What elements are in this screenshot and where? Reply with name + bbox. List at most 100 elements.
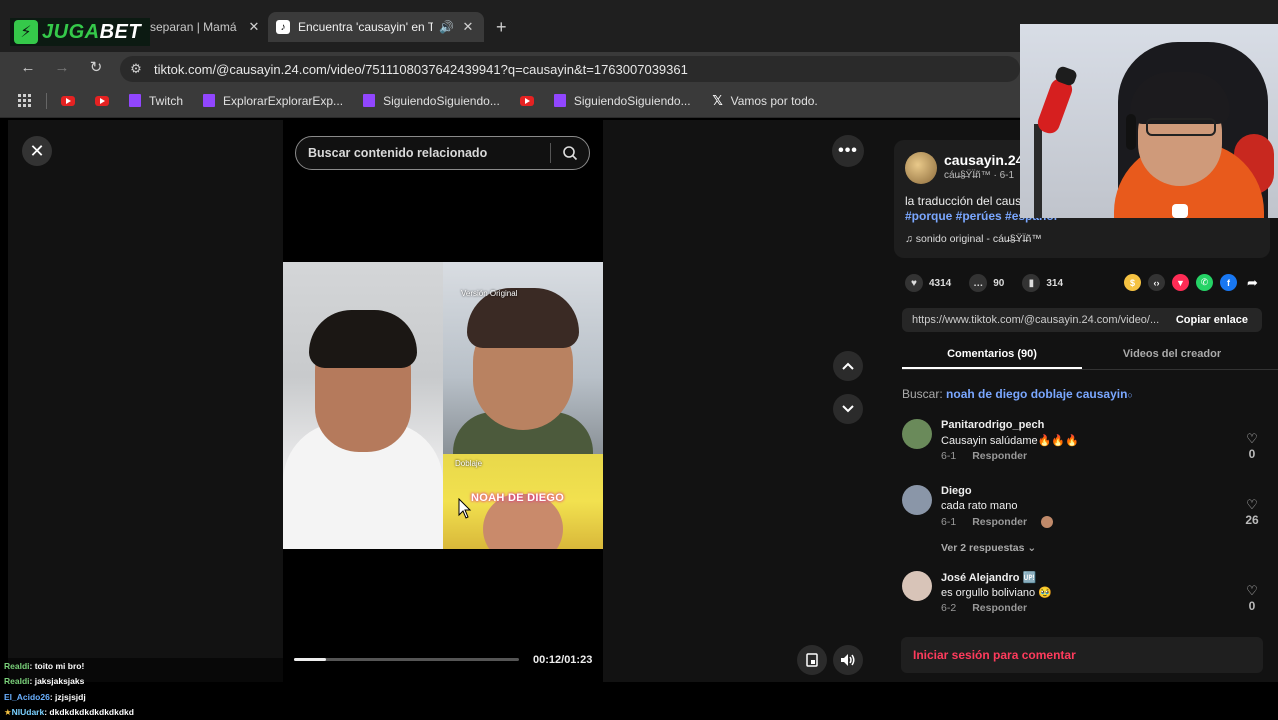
site-settings-icon[interactable]: ⚙: [128, 61, 144, 77]
youtube-icon: [61, 95, 75, 106]
logo-juga-text: JUGA: [42, 20, 100, 43]
video-label-dub: Doblaje: [455, 459, 483, 468]
close-player-button[interactable]: ✕: [22, 136, 52, 166]
panel-tabs: Comentarios (90) Videos del creador: [902, 340, 1278, 370]
comment-user[interactable]: Panitarodrigo_pech: [941, 419, 1044, 431]
share-icons: $ ‹› ▼ ✆ f ➦: [1124, 274, 1268, 291]
chat-message: Realdi: toito mi bro!: [4, 661, 85, 671]
comment-like-count: 26: [1245, 513, 1259, 527]
bookmark-youtube-1[interactable]: [61, 95, 75, 106]
next-video-button[interactable]: [833, 394, 863, 424]
tab-creator-videos[interactable]: Videos del creador: [1082, 340, 1262, 369]
heart-outline-icon: ♡: [1246, 497, 1258, 512]
send-icon[interactable]: ▼: [1172, 274, 1189, 291]
creator-subname: cáu̶§̶ŸÏ̶ñ™ · 6-1: [944, 170, 1015, 181]
comment-like-button[interactable]: ♡ 0: [1242, 431, 1262, 461]
comment-icon: …: [969, 274, 988, 292]
chat-message: El_Acido26: jzjsjsjdj: [4, 692, 86, 702]
search-suggestion[interactable]: Buscar: noah de diego doblaje causayin○: [902, 387, 1133, 401]
tab-close-icon[interactable]: ✕: [460, 19, 476, 35]
bookmark-youtube-2[interactable]: [95, 95, 109, 106]
comment-meta: 6-1 Responder: [941, 450, 1028, 462]
comment-like-button[interactable]: ♡ 0: [1242, 583, 1262, 613]
like-button[interactable]: ♥ 4314: [905, 274, 951, 292]
heart-icon: ♥: [905, 274, 923, 292]
tab-title: Encuentra 'causayin' en TikTok: [298, 20, 434, 34]
post-sound[interactable]: ♫ sonido original - cáu̶§̶ŸÏ̶ñ™: [905, 233, 1042, 245]
youtube-icon: [95, 95, 109, 106]
login-to-comment-link[interactable]: Iniciar sesión para comentar: [913, 648, 1076, 662]
tab-close-icon[interactable]: ✕: [246, 19, 262, 35]
comment-text: cada rato mano: [941, 500, 1018, 512]
player-backdrop: [8, 120, 283, 660]
heart-outline-icon: ♡: [1246, 583, 1258, 598]
url-bar[interactable]: ⚙ tiktok.com/@causayin.24.com/video/7511…: [120, 56, 1020, 82]
reply-button[interactable]: Responder: [972, 450, 1027, 462]
twitch-icon: [129, 94, 141, 107]
tab-title: separan | Mamá: [150, 20, 237, 34]
bookmark-siguiendo-1[interactable]: SiguiendoSiguiendo...: [363, 94, 500, 108]
embed-icon[interactable]: ‹›: [1148, 274, 1165, 291]
creator-avatar[interactable]: [905, 152, 937, 184]
bookmark-x[interactable]: 𝕏 Vamos por todo.: [711, 92, 817, 108]
video-progress-fill: [294, 658, 326, 661]
bookmark-explorar[interactable]: ExplorarExplorarExp...: [203, 94, 343, 108]
bookmark-divider: [46, 92, 47, 109]
twitch-icon: [203, 94, 216, 107]
bookmark-siguiendo-2[interactable]: SiguiendoSiguiendo...: [553, 94, 691, 108]
comment-like-button[interactable]: ♡ 26: [1242, 497, 1262, 527]
forward-icon[interactable]: →: [52, 58, 72, 78]
comment-avatar[interactable]: [902, 419, 932, 449]
more-options-button[interactable]: •••: [832, 135, 864, 167]
video-time: 00:12/01:23: [533, 654, 593, 666]
x-icon: 𝕏: [712, 92, 723, 108]
coin-icon[interactable]: $: [1124, 274, 1141, 291]
bookmark-youtube-3[interactable]: [519, 95, 534, 106]
reply-button[interactable]: Responder: [972, 516, 1027, 528]
pip-icon: [806, 653, 818, 667]
tiktok-icon: ♪: [276, 20, 290, 34]
facebook-icon[interactable]: f: [1220, 274, 1237, 291]
share-arrow-icon[interactable]: ➦: [1244, 274, 1261, 291]
apps-grid-icon[interactable]: [18, 93, 32, 108]
previous-video-button[interactable]: [833, 351, 863, 381]
youtube-icon: [519, 95, 534, 106]
related-search-input[interactable]: Buscar contenido relacionado: [295, 136, 590, 170]
volume-button[interactable]: [833, 645, 863, 675]
comment-avatar[interactable]: [902, 485, 932, 515]
tab-comments[interactable]: Comentarios (90): [902, 340, 1082, 369]
bookmark-icon: ▮: [1022, 274, 1041, 292]
search-icon[interactable]: [551, 136, 589, 170]
creator-username[interactable]: causayin.24: [944, 152, 1023, 168]
tab-tiktok[interactable]: ♪ Encuentra 'causayin' en TikTok 🔊 ✕: [268, 12, 484, 42]
post-link[interactable]: https://www.tiktok.com/@causayin.24.com/…: [902, 314, 1162, 326]
chevron-down-icon: [842, 405, 854, 413]
reload-icon[interactable]: ↻: [86, 58, 106, 78]
copy-link-box: https://www.tiktok.com/@causayin.24.com/…: [902, 308, 1262, 332]
comment-avatar[interactable]: [902, 571, 932, 601]
video-label-original: Versión Original: [461, 289, 518, 298]
bookmark-twitch[interactable]: Twitch: [129, 94, 183, 108]
comment-user[interactable]: José Alejandro 🆙: [941, 571, 1036, 584]
login-to-comment-bar[interactable]: Iniciar sesión para comentar: [901, 637, 1263, 673]
reply-button[interactable]: Responder: [972, 602, 1027, 614]
video-progress-bar[interactable]: [294, 658, 519, 661]
picture-in-picture-button[interactable]: [797, 645, 827, 675]
video-frame[interactable]: Versión Original Doblaje NOAH DE DIEGO: [283, 262, 603, 549]
url-text: tiktok.com/@causayin.24.com/video/751110…: [154, 61, 688, 77]
new-tab-button[interactable]: +: [496, 17, 507, 38]
back-icon[interactable]: ←: [18, 58, 38, 78]
comment-like-count: 0: [1248, 447, 1256, 461]
copy-link-button[interactable]: Copiar enlace: [1162, 314, 1262, 326]
comment-meta: 6-1 Responder: [941, 516, 1054, 529]
speaker-icon[interactable]: 🔊: [439, 20, 454, 34]
view-replies-button[interactable]: Ver 2 respuestas ⌄: [941, 542, 1036, 554]
comment-user[interactable]: Diego: [941, 485, 972, 497]
comment-text: es orgullo boliviano 🥹: [941, 587, 1052, 599]
tab-mama[interactable]: separan | Mamá ✕: [150, 14, 262, 40]
post-description: la traducción del caus: [905, 194, 1022, 208]
bolt-icon: ⚡: [14, 20, 38, 44]
whatsapp-icon[interactable]: ✆: [1196, 274, 1213, 291]
save-button[interactable]: ▮ 314: [1022, 274, 1063, 292]
comment-button[interactable]: … 90: [969, 274, 1004, 292]
